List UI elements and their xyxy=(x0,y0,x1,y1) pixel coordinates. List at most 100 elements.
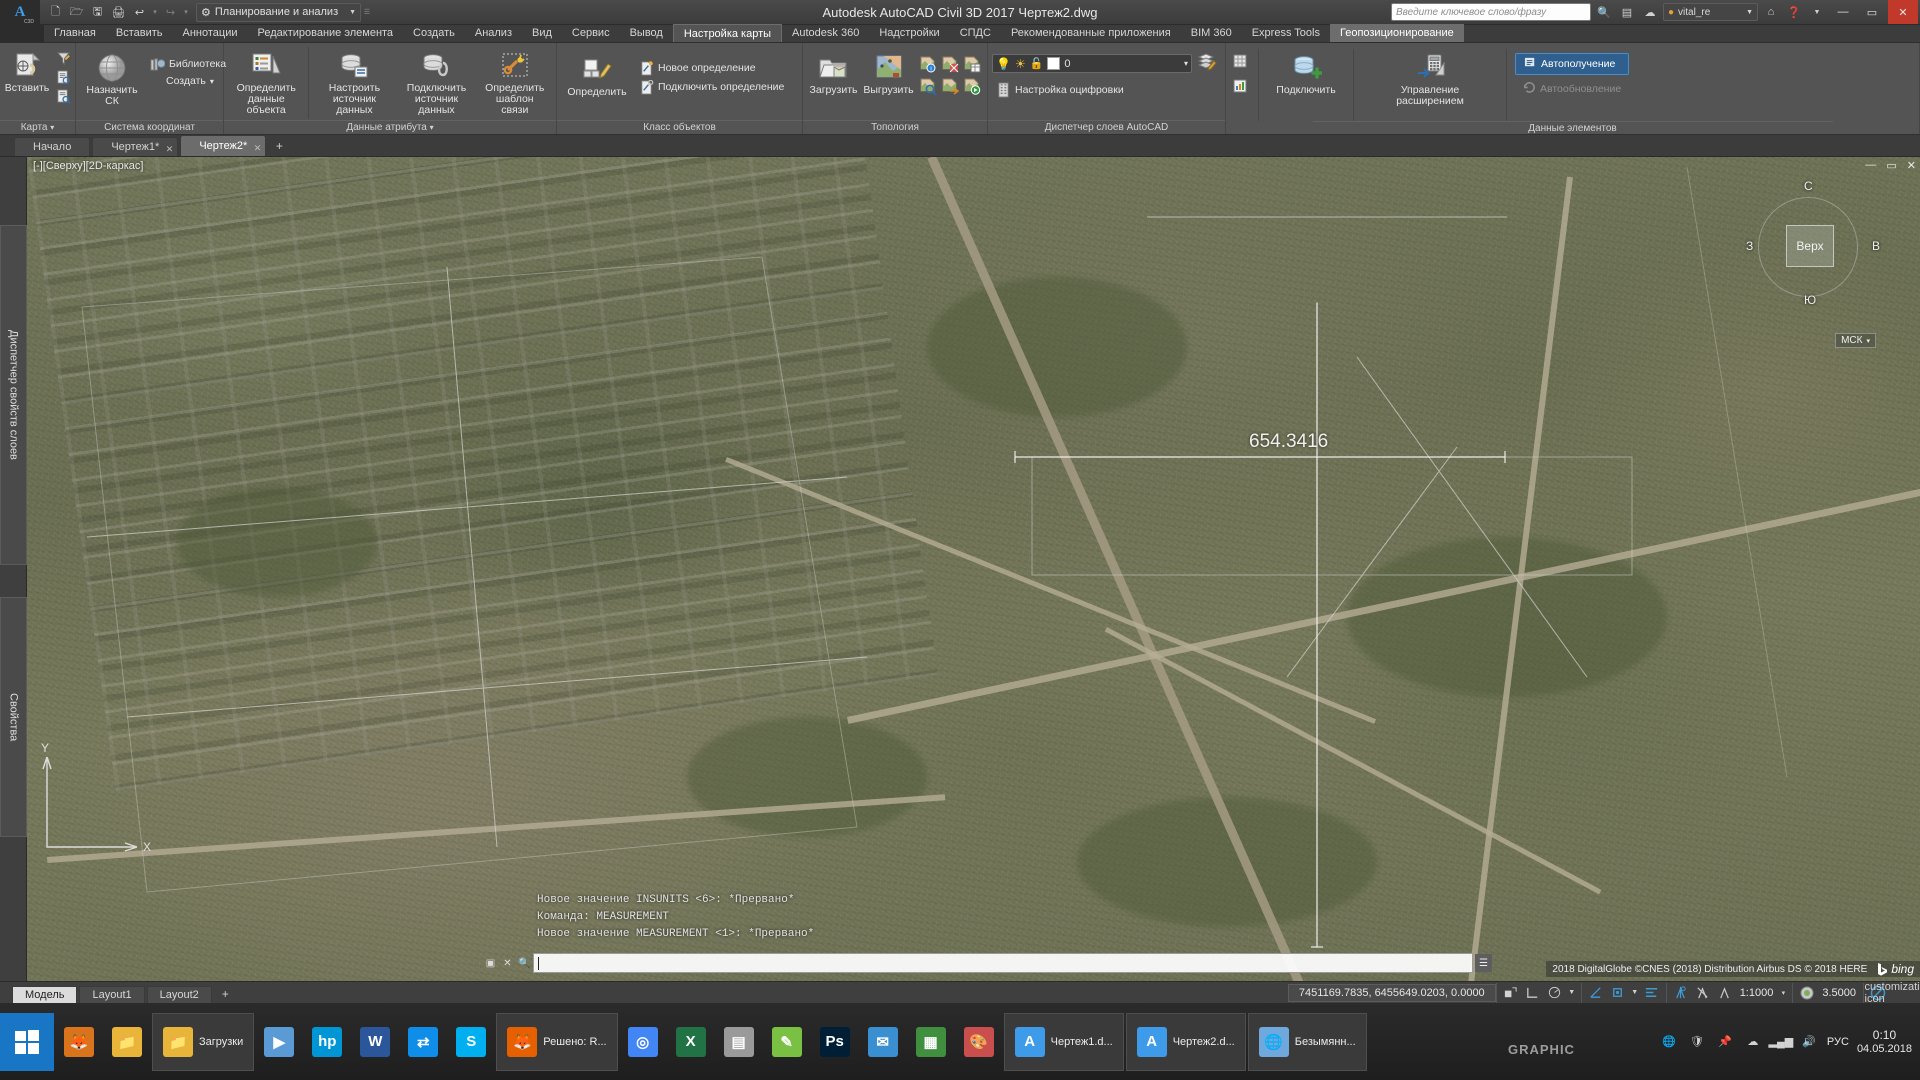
scale-dropdown-icon[interactable]: ▾ xyxy=(1778,984,1788,1002)
panel-expand-icon[interactable]: ▾ xyxy=(430,123,434,132)
open-icon[interactable]: 🗁 xyxy=(67,3,86,22)
ribbon-tab-7[interactable]: Сервис xyxy=(562,24,620,42)
hp-icon[interactable]: hp xyxy=(304,1013,350,1071)
load-topology-button[interactable]: Загрузить xyxy=(807,49,860,98)
model-tab-1[interactable]: Layout1 xyxy=(79,985,145,1004)
model-tab-0[interactable]: Модель xyxy=(12,985,78,1004)
assign-cs-button[interactable]: Назначить СК xyxy=(80,49,144,109)
osnap-dropdown-icon[interactable]: ▼ xyxy=(1630,984,1640,1002)
manage-extension-button[interactable]: Управление расширением xyxy=(1362,49,1498,109)
map-inspect-button[interactable] xyxy=(52,87,74,105)
file-tab-1[interactable]: Чертеж1* ✕ xyxy=(92,137,179,158)
model-space-icon[interactable] xyxy=(1501,984,1521,1002)
search-input[interactable]: Введите ключевое слово/фразу xyxy=(1391,3,1591,21)
ribbon-tab-10[interactable]: Autodesk 360 xyxy=(782,24,869,42)
insert-map-button[interactable]: Вставить xyxy=(4,47,50,96)
redo-icon[interactable]: ↪ xyxy=(161,3,180,22)
firefox-icon[interactable]: 🦊 Решено: R... xyxy=(496,1012,618,1071)
new-layout-button[interactable]: + xyxy=(214,986,237,1004)
command-input[interactable] xyxy=(533,953,1473,973)
ribbon-tab-11[interactable]: Надстройки xyxy=(869,24,949,42)
ribbon-tab-16[interactable]: Геопозиционирование xyxy=(1329,24,1464,42)
chart-small-icon[interactable] xyxy=(1230,76,1250,101)
define-link-template-button[interactable]: Определить шаблон связи xyxy=(478,47,552,118)
cloud-tray-icon[interactable]: ☁ xyxy=(1743,1033,1763,1051)
ribbon-tab-4[interactable]: Создать xyxy=(403,24,465,42)
view-cube-top-face[interactable]: Верх xyxy=(1786,225,1834,267)
calc-table-icon[interactable]: ▦ xyxy=(908,1013,954,1071)
skype-icon[interactable]: S xyxy=(448,1013,494,1071)
snap-grid-icon[interactable] xyxy=(1523,984,1543,1002)
exchange-apps-icon[interactable]: ⌂ xyxy=(1761,2,1781,22)
ribbon-tab-1[interactable]: Вставить xyxy=(106,24,173,42)
map-report-button[interactable] xyxy=(52,68,74,86)
attach-datasource-button[interactable]: Подключить источник данных xyxy=(395,47,477,118)
firefox-old-icon[interactable]: 🦊 xyxy=(56,1013,102,1071)
redo-dropdown-icon[interactable]: ▾ xyxy=(182,8,190,16)
define-feature-button[interactable]: Определить xyxy=(561,51,633,100)
media-player-icon[interactable]: ▶ xyxy=(256,1013,302,1071)
grid-small-icon[interactable] xyxy=(1230,51,1250,76)
sun-icon[interactable]: ☀ xyxy=(1015,57,1026,71)
new-definition-button[interactable]: Новое определение xyxy=(635,59,787,77)
ortho-icon[interactable] xyxy=(1586,984,1606,1002)
photoshop-icon[interactable]: Ps xyxy=(812,1013,858,1071)
qat-overflow-icon[interactable]: ☰ xyxy=(363,8,371,16)
chevron-down-icon[interactable]: ▾ xyxy=(210,77,214,86)
chevron-down-icon[interactable]: ▾ xyxy=(1184,59,1188,68)
undo-icon[interactable]: ↩ xyxy=(130,3,149,22)
language-indicator[interactable]: РУС xyxy=(1827,1036,1849,1048)
close-icon[interactable]: ✕ xyxy=(166,140,174,158)
configure-datasource-button[interactable]: Настроить источник данных xyxy=(313,47,395,118)
coordinates-display[interactable]: 7451169.7835, 6455649.0203, 0.0000 xyxy=(1287,983,1496,1002)
ribbon-tab-0[interactable]: Главная xyxy=(44,24,106,42)
command-menu-icon[interactable]: ☰ xyxy=(1475,954,1492,972)
topology-table-icon[interactable] xyxy=(961,53,983,75)
polar-tracking-icon[interactable] xyxy=(1545,984,1565,1002)
clock[interactable]: 0:10 04.05.2018 xyxy=(1857,1028,1912,1056)
connect-data-button[interactable]: Подключить xyxy=(1267,49,1345,98)
undo-dropdown-icon[interactable]: ▾ xyxy=(151,8,159,16)
plot-icon[interactable]: 🖨 xyxy=(109,3,128,22)
annotation-visibility-icon[interactable] xyxy=(1642,984,1662,1002)
osnap-icon[interactable] xyxy=(1608,984,1628,1002)
minimize-button[interactable]: — xyxy=(1830,0,1856,24)
chrome-icon[interactable]: ◎ xyxy=(620,1013,666,1071)
cloud-icon[interactable]: ☁ xyxy=(1640,2,1660,22)
volume-tray-icon[interactable]: 🔊 xyxy=(1799,1033,1819,1051)
library-button[interactable]: Библиотека xyxy=(146,55,229,73)
model-tab-2[interactable]: Layout2 xyxy=(146,985,212,1004)
bing-logo[interactable]: bing xyxy=(1877,962,1914,976)
topology-query-icon[interactable] xyxy=(917,75,939,97)
word-icon[interactable]: W xyxy=(352,1013,398,1071)
unlock-icon[interactable]: 🔓 xyxy=(1030,57,1044,70)
command-prompt-icon[interactable]: ▣ xyxy=(482,954,499,972)
windows-start-icon[interactable] xyxy=(0,1012,54,1071)
view-cube[interactable]: Верх С В З Ю xyxy=(1746,179,1880,307)
annotation-scale-icon[interactable] xyxy=(1671,984,1691,1002)
unload-topology-button[interactable]: Выгрузить xyxy=(862,49,915,98)
ribbon-tab-12[interactable]: СПДС xyxy=(950,24,1001,42)
customization-icon[interactable]: customization-icon xyxy=(1865,981,1920,1005)
workspace-switch-icon[interactable] xyxy=(1797,984,1817,1002)
layer-properties-palette[interactable]: Диспетчер свойств слоев xyxy=(0,225,27,565)
ribbon-tab-8[interactable]: Вывод xyxy=(620,24,673,42)
file-manager-icon[interactable]: ▤ xyxy=(716,1013,762,1071)
query-button[interactable] xyxy=(52,49,74,67)
layer-color-swatch[interactable] xyxy=(1047,57,1061,70)
user-account-button[interactable]: ● vital_re ▼ xyxy=(1663,3,1758,21)
ucs-selector[interactable]: МСК ▾ xyxy=(1835,333,1876,348)
attach-definition-button[interactable]: Подключить определение xyxy=(635,78,787,96)
properties-palette[interactable]: Свойства xyxy=(0,597,27,837)
downloads-folder[interactable]: 📁 Загрузки xyxy=(152,1012,255,1071)
file-tab-2[interactable]: Чертеж2* ✕ xyxy=(180,135,267,156)
viewport-minimize-button[interactable]: — xyxy=(1865,159,1876,172)
paint-icon[interactable]: 🎨 xyxy=(956,1013,1002,1071)
ribbon-tab-2[interactable]: Аннотации xyxy=(173,24,248,42)
explorer-icon[interactable]: 📁 xyxy=(104,1013,150,1071)
layer-properties-icon[interactable] xyxy=(1197,51,1217,76)
topology-overlay-icon[interactable] xyxy=(939,53,961,75)
topology-run-icon[interactable] xyxy=(961,75,983,97)
ribbon-tab-6[interactable]: Вид xyxy=(522,24,562,42)
annotation-scale-value[interactable]: 3.5000 xyxy=(1819,987,1859,999)
